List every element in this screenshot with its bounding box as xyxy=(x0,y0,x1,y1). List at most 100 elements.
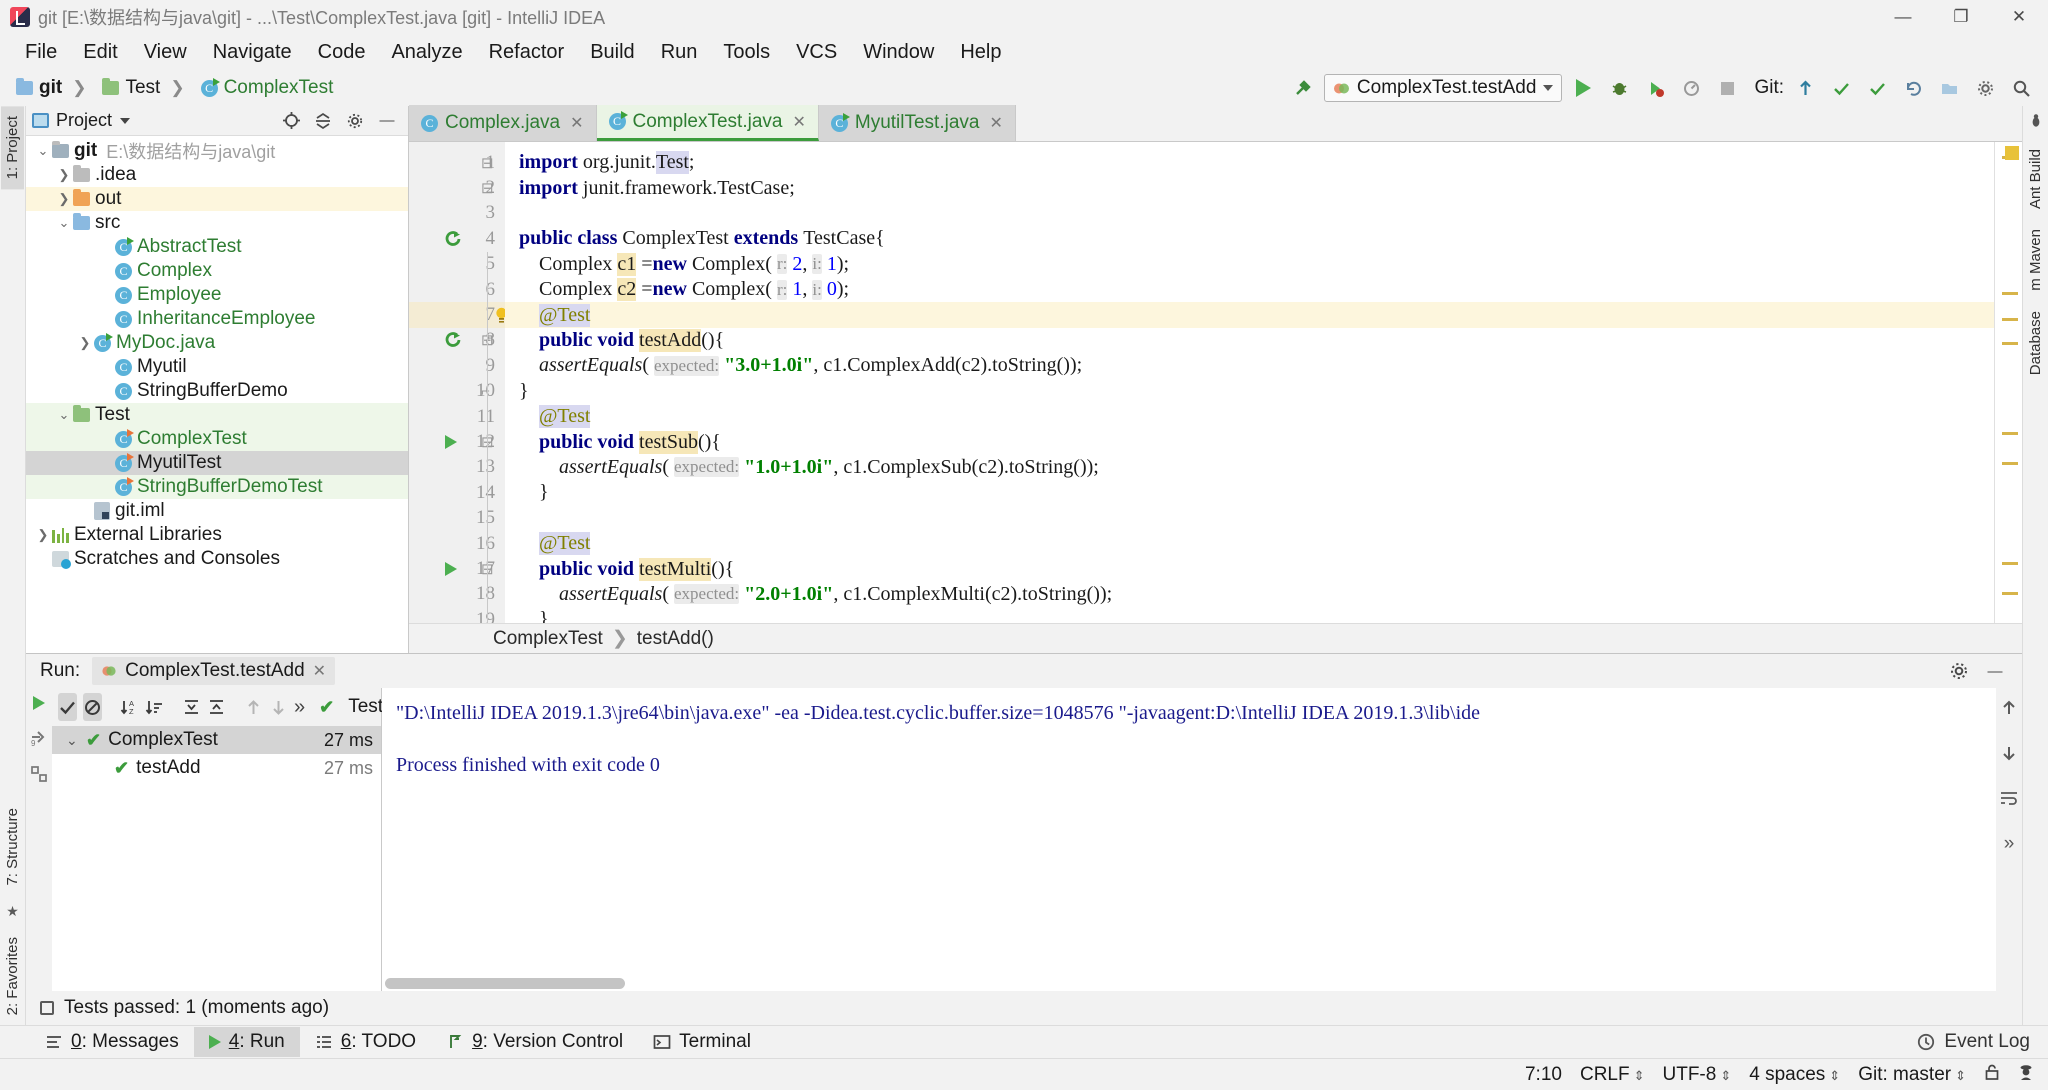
debug-button[interactable] xyxy=(1604,73,1634,103)
code-line[interactable]: public void testAdd(){ xyxy=(505,328,1994,353)
menu-window[interactable]: Window xyxy=(850,37,947,68)
code-folding-icon[interactable]: ⊟ xyxy=(481,150,494,175)
code-line[interactable]: import junit. framework. TestCase; xyxy=(505,175,1994,200)
sort-by-duration-icon[interactable] xyxy=(145,693,164,721)
tab-run[interactable]: 4: Run xyxy=(193,1027,300,1057)
chevron-right-icon[interactable]: ❯ xyxy=(34,527,52,543)
git-branch[interactable]: Git: master ⇕ xyxy=(1858,1064,1966,1086)
error-stripe-mark[interactable] xyxy=(2002,342,2018,345)
code-line[interactable]: assertEquals( expected: "2.0+1.0i", c1.C… xyxy=(505,582,1994,607)
file-encoding[interactable]: UTF-8 ⇕ xyxy=(1663,1064,1732,1086)
chevron-down-icon[interactable] xyxy=(120,117,131,124)
git-push-icon[interactable] xyxy=(1862,73,1892,103)
breadcrumb-complextest[interactable]: C ComplexTest xyxy=(195,75,340,101)
code-line[interactable]: public void testMulti(){ xyxy=(505,556,1994,581)
chevron-right-icon[interactable]: ❯ xyxy=(55,167,73,183)
menu-navigate[interactable]: Navigate xyxy=(200,37,305,68)
error-stripe-mark[interactable] xyxy=(2002,292,2018,295)
tree-item-src[interactable]: ⌄ src xyxy=(26,211,408,235)
run-tab-complextest-testadd[interactable]: ComplexTest.testAdd ✕ xyxy=(92,657,336,685)
close-icon[interactable]: ✕ xyxy=(989,113,1002,133)
editor-tab-complex-java[interactable]: C Complex.java ✕ xyxy=(409,105,597,141)
menu-analyze[interactable]: Analyze xyxy=(378,37,475,68)
collapse-all-icon[interactable] xyxy=(312,110,334,132)
code-line[interactable]: import org. junit. Test; xyxy=(505,150,1994,175)
code-line[interactable]: Complex c1 = new Complex( r: 2, i: 1); xyxy=(505,252,1994,277)
tree-item-scratches-and-consoles[interactable]: Scratches and Consoles xyxy=(26,547,408,571)
indent-setting[interactable]: 4 spaces ⇕ xyxy=(1749,1064,1840,1086)
editor-area[interactable]: 12345678910111213141516171819⊟⊟⊟⌐⊟⊟ impo… xyxy=(409,142,2022,623)
run-coverage-button[interactable] xyxy=(1640,73,1670,103)
code-line[interactable]: } xyxy=(505,607,1994,623)
tree-item-git[interactable]: ⌄ git E:\数据结构与java\git xyxy=(26,139,408,163)
sort-alphabetically-icon[interactable]: AZ xyxy=(120,693,139,721)
breadcrumb-test[interactable]: Test ❯ xyxy=(96,75,194,101)
chevron-down-icon[interactable]: ⌄ xyxy=(66,732,86,749)
lock-icon[interactable] xyxy=(1984,1063,2000,1087)
git-update-icon[interactable] xyxy=(1790,73,1820,103)
project-settings-gear-icon[interactable] xyxy=(344,110,366,132)
tab-todo[interactable]: 6: TODO xyxy=(300,1027,431,1057)
tree-item-complextest[interactable]: C ComplexTest xyxy=(26,427,408,451)
close-icon[interactable]: ✕ xyxy=(792,112,805,132)
profile-button[interactable] xyxy=(1676,73,1706,103)
run-button[interactable] xyxy=(1568,73,1598,103)
sidebar-item-ant-build[interactable]: Ant Build xyxy=(2024,139,2047,219)
chevron-down-icon[interactable]: ⌄ xyxy=(55,215,73,231)
chevron-right-icon[interactable]: ❯ xyxy=(55,191,73,207)
hide-panel-icon[interactable]: — xyxy=(376,110,398,132)
code-area[interactable]: import org. junit. Test; import junit. frame… xyxy=(505,142,1994,623)
editor-gutter[interactable]: 12345678910111213141516171819⊟⊟⊟⌐⊟⊟ xyxy=(409,142,507,623)
rerun-button[interactable] xyxy=(33,696,45,710)
tree-item-stringbufferdemo[interactable]: C StringBufferDemo xyxy=(26,379,408,403)
error-stripe[interactable] xyxy=(1994,142,2022,623)
expand-all-icon[interactable] xyxy=(182,693,201,721)
menu-view[interactable]: View xyxy=(131,37,200,68)
menu-vcs[interactable]: VCS xyxy=(783,37,850,68)
collapse-all-icon[interactable] xyxy=(207,693,226,721)
close-button[interactable]: ✕ xyxy=(1990,0,2048,34)
scroll-up-icon[interactable] xyxy=(1999,698,2019,723)
previous-failed-icon[interactable] xyxy=(244,693,263,721)
breadcrumb-method[interactable]: testAdd() xyxy=(637,628,714,650)
sidebar-item-favorites[interactable]: 2: Favorites xyxy=(1,927,24,1025)
tree-item-test[interactable]: ⌄ Test xyxy=(26,403,408,427)
run-gutter-icon[interactable] xyxy=(445,429,457,454)
soft-wrap-icon[interactable] xyxy=(1999,788,2019,813)
code-line[interactable] xyxy=(505,506,1994,531)
code-folding-icon[interactable]: ⌐ xyxy=(481,379,490,404)
breadcrumb-class[interactable]: ComplexTest xyxy=(493,628,603,650)
code-line[interactable]: assertEquals( expected: "1.0+1.0i", c1.C… xyxy=(505,455,1994,480)
run-gutter-icon[interactable] xyxy=(445,556,457,581)
search-everywhere-icon[interactable] xyxy=(2006,73,2036,103)
undo-icon[interactable] xyxy=(1898,73,1928,103)
sidebar-item-maven[interactable]: m Maven xyxy=(2024,219,2047,301)
error-stripe-mark[interactable] xyxy=(2002,562,2018,565)
code-line[interactable]: public class ComplexTest extends TestCas… xyxy=(505,226,1994,251)
line-separator[interactable]: CRLF ⇕ xyxy=(1580,1064,1645,1086)
tree-item-git-iml[interactable]: git.iml xyxy=(26,499,408,523)
editor-tab-complextest-java[interactable]: C ComplexTest.java ✕ xyxy=(596,105,819,141)
menu-refactor[interactable]: Refactor xyxy=(476,37,578,68)
tree-item-out[interactable]: ❯ out xyxy=(26,187,408,211)
menu-code[interactable]: Code xyxy=(305,37,379,68)
run-test-gutter-icon[interactable] xyxy=(443,328,463,353)
scroll-down-icon[interactable] xyxy=(1999,743,2019,768)
error-stripe-mark[interactable] xyxy=(2002,592,2018,595)
minimize-button[interactable]: — xyxy=(1874,0,1932,34)
tab-version-control[interactable]: 9: Version Control xyxy=(431,1027,638,1057)
error-stripe-mark[interactable] xyxy=(2002,318,2018,321)
test-tree[interactable]: ⌄ ✔ ComplexTest 27 ms ✔ testAdd 27 ms xyxy=(52,726,381,991)
menu-file[interactable]: File xyxy=(12,37,70,68)
editor-tab-myutiltest-java[interactable]: C MyutilTest.java ✕ xyxy=(818,105,1016,141)
tree-item-external-libraries[interactable]: ❯ External Libraries xyxy=(26,523,408,547)
toggle-auto-test-icon[interactable] xyxy=(29,764,49,784)
chevron-down-icon[interactable]: ⌄ xyxy=(34,143,52,159)
tree-item-complex[interactable]: C Complex xyxy=(26,259,408,283)
tree-item--idea[interactable]: ❯ .idea xyxy=(26,163,408,187)
open-file-icon[interactable] xyxy=(1934,73,1964,103)
menu-edit[interactable]: Edit xyxy=(70,37,130,68)
hector-icon[interactable] xyxy=(2018,1063,2034,1087)
error-stripe-mark[interactable] xyxy=(2002,462,2018,465)
code-folding-icon[interactable]: ⊟ xyxy=(481,175,494,200)
